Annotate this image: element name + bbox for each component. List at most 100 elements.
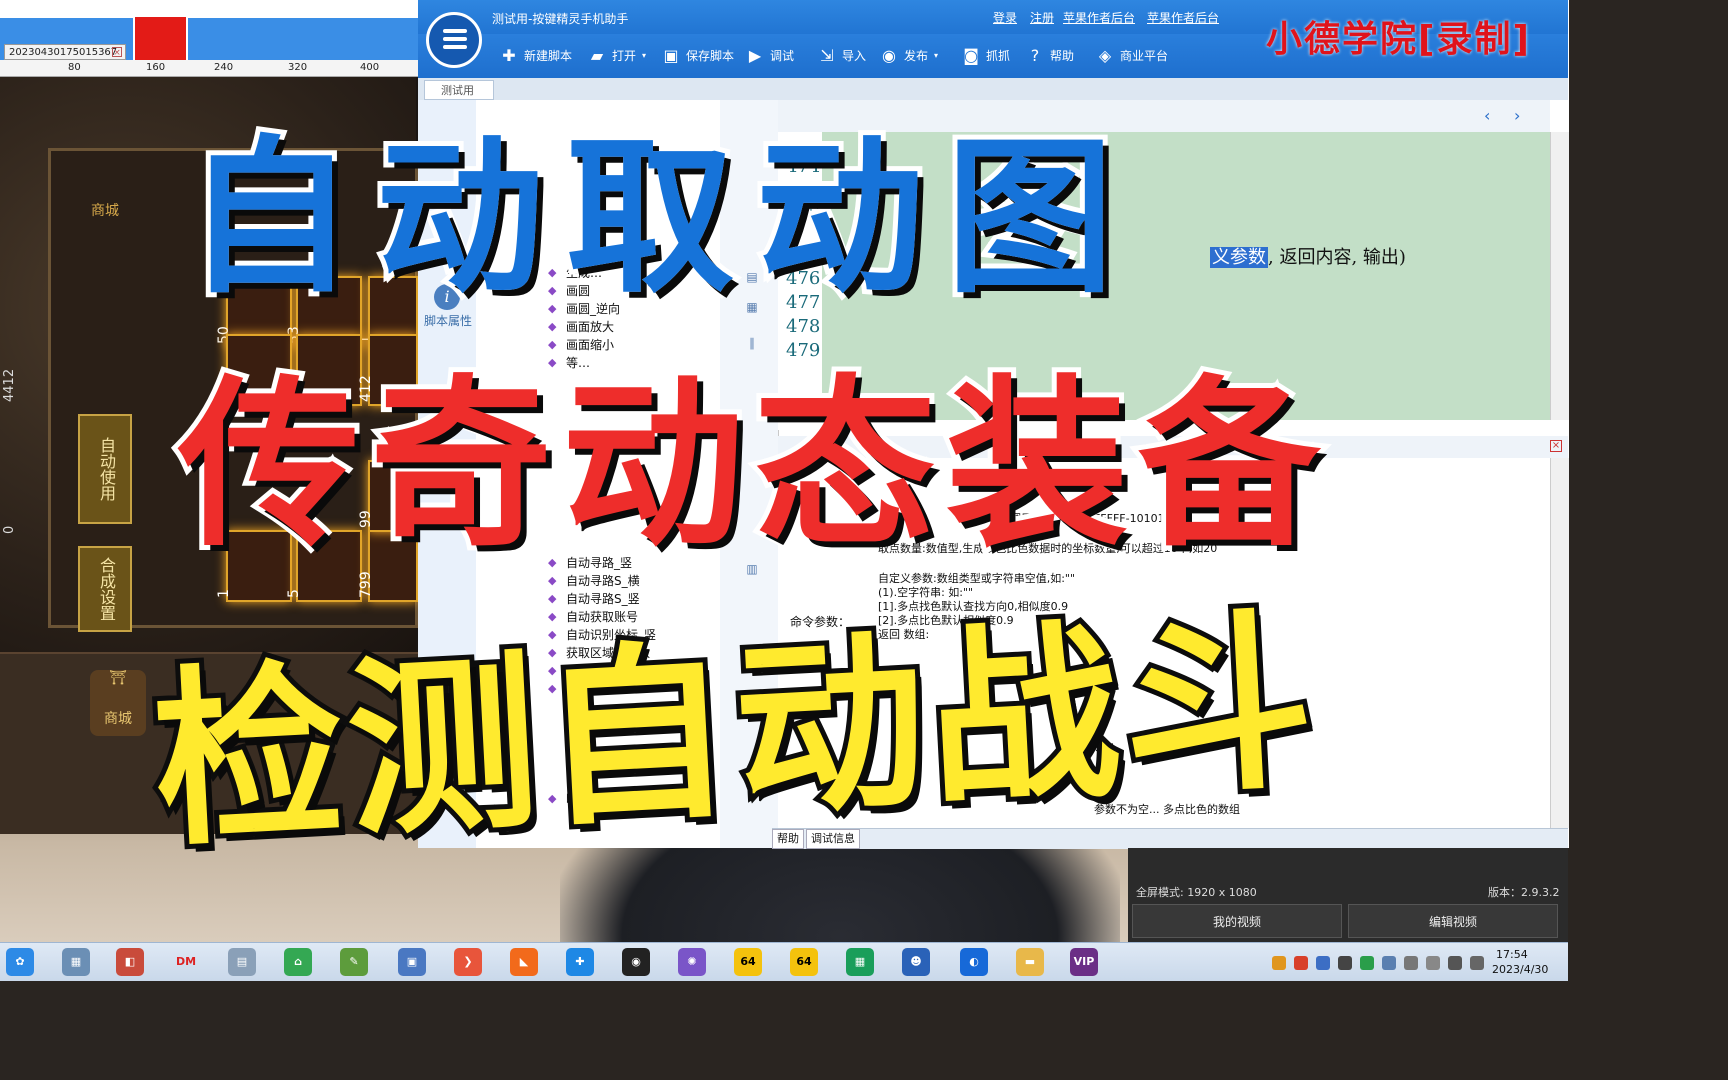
register-link[interactable]: 注册 xyxy=(1030,9,1054,26)
new-script-button[interactable]: ✚ 新建脚本 xyxy=(500,44,572,68)
vip-app-icon[interactable]: VIP xyxy=(1070,948,1098,976)
toolbar-label: 调试 xyxy=(770,49,795,63)
code-scrollbar[interactable] xyxy=(1550,132,1569,420)
toolbar-label: 导入 xyxy=(842,49,867,63)
toolbar-label: 发布 xyxy=(904,49,929,63)
import-button[interactable]: ⇲ 导入 xyxy=(818,44,866,68)
notepad-icon[interactable]: ✎ xyxy=(340,948,368,976)
signal-icon[interactable] xyxy=(1448,956,1462,970)
computer-icon[interactable]: ▣ xyxy=(398,948,426,976)
home-icon[interactable]: ⌂ xyxy=(284,948,312,976)
chevron-left-icon[interactable]: ‹ xyxy=(1484,106,1490,125)
bag-icon: ◈ xyxy=(1098,46,1112,65)
save-script-button[interactable]: ▣ 保存脚本 xyxy=(662,44,734,68)
media-icon[interactable]: ◣ xyxy=(510,948,538,976)
author-backend-link[interactable]: 苹果作者后台 xyxy=(1063,9,1135,26)
badge-64: 64 xyxy=(740,955,756,968)
overlay-title-2: 传奇动态装备 xyxy=(173,354,1330,576)
ruler-tick: 240 xyxy=(214,62,234,73)
toolbar-label: 打开 xyxy=(612,49,637,63)
save-icon: ▣ xyxy=(663,46,679,65)
auto-use-button[interactable]: 自动使用 xyxy=(78,414,132,524)
menu-icon[interactable] xyxy=(426,12,482,68)
game-window-topstrip xyxy=(0,0,418,18)
ruler-tick: 80 xyxy=(68,62,81,73)
chevron-down-icon: ▾ xyxy=(934,51,939,60)
mall-icon[interactable]: 商城 xyxy=(80,200,130,250)
slot-count: 5 xyxy=(286,589,302,598)
tray-icon[interactable] xyxy=(1404,956,1418,970)
teams-icon[interactable]: ✚ xyxy=(566,948,594,976)
import-icon: ⇲ xyxy=(820,46,834,65)
chevron-right-icon[interactable]: › xyxy=(1514,106,1520,125)
help-icon: ? xyxy=(1030,46,1040,65)
tray-icon[interactable] xyxy=(1294,956,1308,970)
calculator-icon[interactable]: ▤ xyxy=(228,948,256,976)
photos-icon[interactable]: ✺ xyxy=(678,948,706,976)
debug-button[interactable]: ▶ 调试 xyxy=(746,44,794,68)
folder-icon: ▰ xyxy=(590,46,604,65)
camera-icon: ◙ xyxy=(963,46,979,65)
jingling-2-icon[interactable]: 64 xyxy=(790,948,818,976)
clock-date[interactable]: 2023/4/30 xyxy=(1492,963,1548,976)
vip-label: VIP xyxy=(1073,955,1095,968)
version-label: 版本：2.9.3.2 xyxy=(1488,886,1560,899)
toolbar-label: 帮助 xyxy=(1050,49,1075,63)
pixel-ruler: 80 160 240 320 400 xyxy=(0,60,418,77)
excel-icon[interactable]: ▦ xyxy=(846,948,874,976)
ide-title: 测试用-按键精灵手机助手 xyxy=(492,12,629,26)
business-platform-button[interactable]: ◈ 商业平台 xyxy=(1096,44,1168,68)
publish-button[interactable]: ◉ 发布 ▾ xyxy=(880,44,938,68)
browser-icon[interactable]: ◐ xyxy=(960,948,988,976)
edit-video-button[interactable]: 编辑视频 xyxy=(1348,904,1558,938)
mask-app-icon[interactable]: ◉ xyxy=(622,948,650,976)
toolbar-label: 商业平台 xyxy=(1120,49,1169,63)
close-icon[interactable]: × xyxy=(112,47,122,58)
ruler-tick: 320 xyxy=(288,62,308,73)
screenshot-tab[interactable]: 20230430175015367 xyxy=(4,44,126,60)
display-icon[interactable] xyxy=(1426,956,1440,970)
watermark: 小德学院[录制] xyxy=(1266,19,1531,60)
toolbar-label: 新建脚本 xyxy=(524,49,573,63)
selected-text: 义参数 xyxy=(1210,247,1268,268)
volume-icon[interactable] xyxy=(1470,956,1484,970)
dm-label: DM xyxy=(175,955,197,968)
tray-icon[interactable] xyxy=(1316,956,1330,970)
play-icon: ▶ xyxy=(748,46,762,65)
shield-icon[interactable] xyxy=(1382,956,1396,970)
mall-icon: ⛩ xyxy=(109,670,127,686)
code-line-rest: , 返回内容, 输出) xyxy=(1268,247,1406,268)
my-video-button[interactable]: 我的视频 xyxy=(1132,904,1342,938)
help-button[interactable]: ? 帮助 xyxy=(1026,44,1074,68)
open-button[interactable]: ▰ 打开 ▾ xyxy=(588,44,646,68)
currency-value: 0 xyxy=(2,525,17,534)
ruler-tick: 400 xyxy=(360,62,380,73)
login-link[interactable]: 登录 xyxy=(993,9,1017,26)
tray-icon[interactable] xyxy=(1338,956,1352,970)
overlay-title-1: 自动取动图 xyxy=(181,115,1136,321)
toolbar-label: 保存脚本 xyxy=(686,49,735,63)
mall-label: 商城 xyxy=(91,203,119,219)
app-icon[interactable]: ◧ xyxy=(116,948,144,976)
badge-64: 64 xyxy=(796,955,812,968)
folder-icon[interactable]: ▬ xyxy=(1016,948,1044,976)
ruler-tick: 160 xyxy=(146,62,166,73)
screenshot-tab-label: 20230430175015367 xyxy=(9,47,118,58)
capture-button[interactable]: ◙ 抓抓 xyxy=(962,44,1010,68)
jingling-icon[interactable]: 64 xyxy=(734,948,762,976)
dm-app-icon[interactable]: DM xyxy=(172,948,200,976)
clock-time[interactable]: 17:54 xyxy=(1496,948,1528,961)
help-scrollbar[interactable] xyxy=(1550,458,1569,828)
tray-icon[interactable] xyxy=(1360,956,1374,970)
publish-icon: ◉ xyxy=(882,46,896,65)
plus-icon: ✚ xyxy=(502,46,516,65)
share-icon[interactable]: ❯ xyxy=(454,948,482,976)
mall-button[interactable]: ⛩ 商城 xyxy=(90,670,146,736)
close-icon[interactable]: × xyxy=(1550,440,1562,452)
author-backend-link-2[interactable]: 苹果作者后台 xyxy=(1147,9,1219,26)
start-icon[interactable]: ✿ xyxy=(6,948,34,976)
synth-settings-button[interactable]: 合成设置 xyxy=(78,546,132,632)
network-icon[interactable]: ▦ xyxy=(62,948,90,976)
robot-icon[interactable]: ☻ xyxy=(902,948,930,976)
tray-icon[interactable] xyxy=(1272,956,1286,970)
